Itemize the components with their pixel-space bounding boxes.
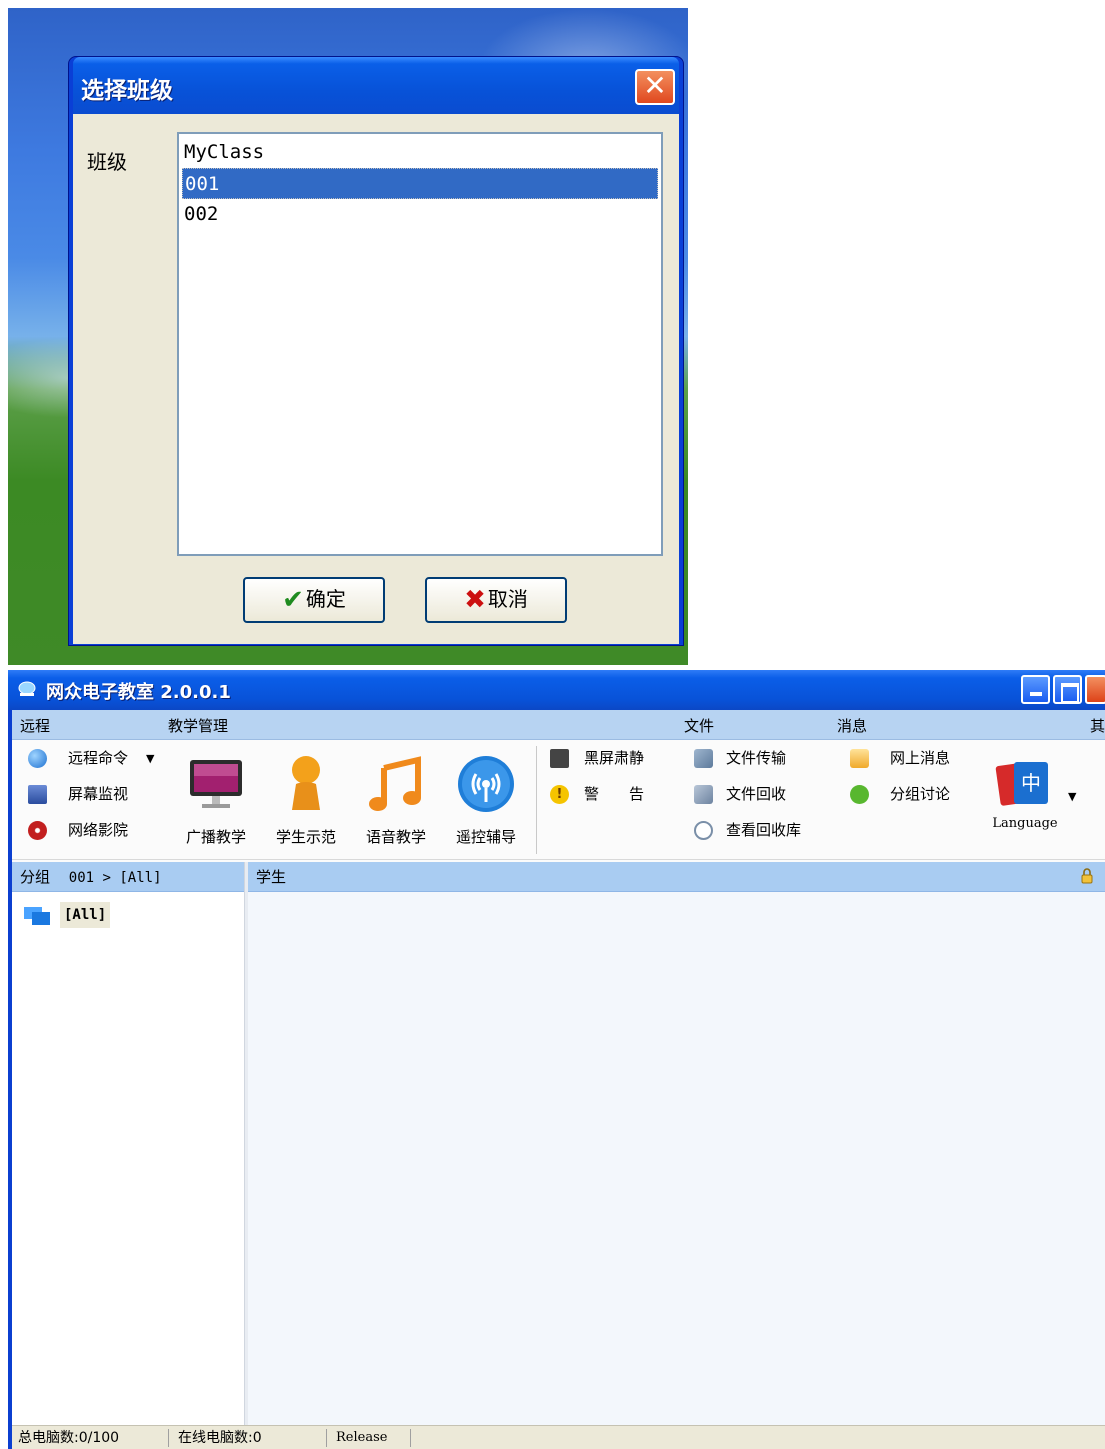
warning-button[interactable]: ! 警 告: [550, 782, 670, 806]
class-list-item[interactable]: 002: [182, 199, 658, 230]
build-status: Release: [336, 1430, 388, 1445]
broadcast-teaching-label: 广播教学: [185, 828, 246, 846]
group-header-teaching: 教学管理: [168, 717, 229, 735]
ribbon-toolbar: 远程命令 ▼ 屏幕监视 网络影院 广播教学 学生示范 语音教学 遥控辅导 黑屏肃…: [12, 740, 1105, 860]
remote-tutoring-label: 遥控辅导: [455, 828, 516, 846]
app-client-area: 远程 教学管理 文件 消息 其 远程命令 ▼ 屏幕监视 网络影院 广播教学 学生…: [12, 710, 1105, 1449]
dropdown-arrow-icon[interactable]: ▼: [146, 747, 154, 771]
group-header-remote: 远程: [20, 717, 51, 735]
screen-monitor-button[interactable]: 屏幕监视: [28, 782, 158, 806]
desktop-background: 选择班级 ✕ 班级 MyClass 001 002 ✔ 确定 ✖ 取消: [8, 8, 688, 665]
black-screen-button[interactable]: 黑屏肃静: [550, 746, 670, 770]
dialog-body: 班级 MyClass 001 002 ✔ 确定 ✖ 取消: [73, 114, 679, 644]
student-demo-label: 学生示范: [275, 828, 336, 846]
student-pane-header: 学生: [248, 862, 1105, 892]
checkmark-icon: ✔: [282, 585, 304, 615]
voice-teaching-button[interactable]: 语音教学: [356, 746, 436, 856]
warning-label: 警 告: [584, 785, 645, 803]
file-collect-button[interactable]: 文件回收: [694, 782, 824, 806]
ribbon-separator: [536, 746, 537, 854]
ribbon-group-headers: 远程 教学管理 文件 消息 其: [12, 710, 1105, 740]
envelope-icon: [850, 749, 869, 768]
wireless-signal-icon: [458, 756, 514, 812]
monitor-icon: [28, 785, 47, 804]
file-transfer-label: 文件传输: [726, 749, 787, 767]
black-screen-icon: [550, 749, 569, 768]
close-icon: ✕: [643, 69, 667, 102]
breadcrumb[interactable]: 001 > [All]: [69, 870, 162, 886]
dialog-title: 选择班级: [81, 78, 173, 104]
student-demo-button[interactable]: 学生示范: [266, 746, 346, 856]
voice-teaching-label: 语音教学: [365, 828, 426, 846]
dialog-close-button[interactable]: ✕: [635, 69, 675, 105]
x-icon: ✖: [464, 585, 486, 615]
status-separator: [326, 1429, 327, 1447]
group-discussion-button[interactable]: 分组讨论: [850, 782, 970, 806]
view-collect-library-label: 查看回收库: [726, 821, 802, 839]
file-collect-label: 文件回收: [726, 785, 787, 803]
minimize-button[interactable]: [1021, 675, 1050, 704]
language-dropdown-arrow-icon[interactable]: ▼: [1068, 790, 1076, 803]
select-class-dialog: 选择班级 ✕ 班级 MyClass 001 002 ✔ 确定 ✖ 取消: [68, 56, 684, 646]
file-transfer-icon: [694, 749, 713, 768]
online-message-button[interactable]: 网上消息: [850, 746, 970, 770]
student-pawn-icon: [292, 756, 320, 810]
view-collect-library-button[interactable]: 查看回收库: [694, 818, 824, 842]
status-separator: [168, 1429, 169, 1447]
status-bar: 总电脑数:0/100 在线电脑数:0 Release: [12, 1425, 1105, 1449]
maximize-button[interactable]: [1053, 675, 1082, 704]
group-header-other: 其: [1090, 717, 1105, 735]
student-header-label: 学生: [256, 868, 287, 886]
film-reel-icon: [28, 821, 47, 840]
classroom-app-icon: [18, 681, 36, 696]
black-screen-label: 黑屏肃静: [584, 749, 645, 767]
group-pane-header: 分组 001 > [All]: [12, 862, 244, 892]
class-label: 班级: [87, 150, 127, 174]
network-cinema-label: 网络影院: [68, 821, 129, 839]
remote-tutoring-button[interactable]: 遥控辅导: [446, 746, 526, 856]
screen-monitor-label: 屏幕监视: [68, 785, 129, 803]
file-transfer-button[interactable]: 文件传输: [694, 746, 824, 770]
broadcast-teaching-button[interactable]: 广播教学: [176, 746, 256, 856]
network-cinema-button[interactable]: 网络影院: [28, 818, 158, 842]
group-header-label: 分组: [20, 868, 51, 886]
monitor-broadcast-icon: [190, 760, 242, 808]
magnifier-icon: [694, 821, 713, 840]
online-computers-status: 在线电脑数:0: [178, 1430, 262, 1446]
cancel-button[interactable]: ✖ 取消: [425, 577, 567, 623]
language-flag-icon: 中: [995, 762, 1048, 806]
app-title: 网众电子教室 2.0.0.1: [46, 682, 231, 703]
app-titlebar[interactable]: 网众电子教室 2.0.0.1: [8, 670, 1105, 710]
tree-item-all-label: [All]: [60, 902, 111, 928]
group-discussion-label: 分组讨论: [890, 785, 951, 803]
class-list-item[interactable]: MyClass: [182, 137, 658, 168]
class-listbox[interactable]: MyClass 001 002: [177, 132, 663, 556]
online-message-label: 网上消息: [890, 749, 951, 767]
chat-bubble-icon: [850, 785, 869, 804]
globe-icon: [28, 749, 47, 768]
language-button[interactable]: 中 Language: [980, 746, 1070, 856]
computers-group-icon: [24, 907, 50, 925]
file-collect-icon: [694, 785, 713, 804]
window-close-button[interactable]: [1085, 675, 1105, 704]
group-tree: [All]: [12, 892, 244, 1425]
warning-icon: !: [550, 785, 569, 804]
language-label: Language: [992, 816, 1058, 831]
class-list-item-selected[interactable]: 001: [182, 168, 658, 199]
status-separator: [410, 1429, 411, 1447]
ok-button-label: 确定: [305, 587, 346, 611]
language-icon-text: 中: [1021, 771, 1041, 795]
cancel-button-label: 取消: [487, 587, 528, 611]
remote-command-label: 远程命令: [68, 749, 129, 767]
main-window: 网众电子教室 2.0.0.1 远程 教学管理 文件 消息 其 远程命令 ▼ 屏幕…: [8, 670, 1105, 1449]
lock-icon[interactable]: [1081, 868, 1093, 884]
remote-command-button[interactable]: 远程命令 ▼: [28, 746, 158, 770]
group-header-file: 文件: [684, 717, 715, 735]
group-header-message: 消息: [837, 717, 868, 735]
dialog-titlebar[interactable]: 选择班级 ✕: [73, 57, 679, 114]
ok-button[interactable]: ✔ 确定: [243, 577, 385, 623]
student-list-area[interactable]: [248, 892, 1105, 1425]
music-note-icon: [369, 756, 421, 811]
total-computers-status: 总电脑数:0/100: [18, 1430, 120, 1446]
